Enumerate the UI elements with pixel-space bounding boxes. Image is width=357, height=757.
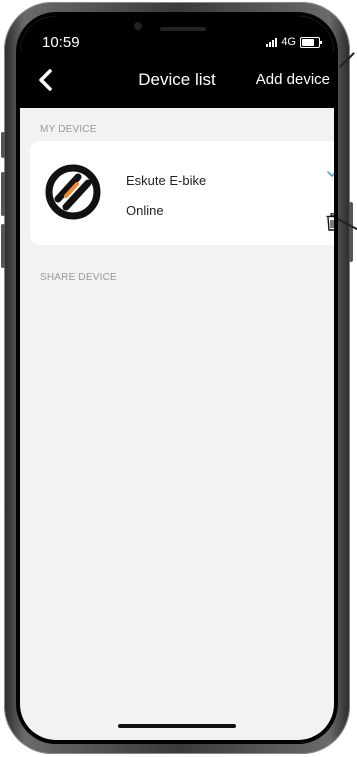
my-device-section-label: MY DEVICE xyxy=(40,124,97,135)
checkmark-icon[interactable] xyxy=(326,165,334,179)
speaker-grille xyxy=(160,27,206,31)
top-bar: 10:59 4G Device list Add device xyxy=(20,16,334,108)
device-status: Online xyxy=(126,203,164,218)
power-button xyxy=(349,202,353,262)
device-name: Eskute E-bike xyxy=(126,173,207,188)
volume-up-button xyxy=(1,172,5,216)
volume-down-button xyxy=(1,224,5,268)
network-type: 4G xyxy=(281,36,296,48)
signal-icon xyxy=(266,37,278,47)
home-indicator xyxy=(118,724,236,728)
bezel: 10:59 4G Device list Add device MY DEVIC… xyxy=(16,12,338,744)
status-indicators: 4G xyxy=(266,36,322,48)
device-card[interactable]: Eskute E-bike Online xyxy=(30,141,334,245)
screen: 10:59 4G Device list Add device MY DEVIC… xyxy=(20,16,334,740)
share-device-section-label: SHARE DEVICE xyxy=(40,272,117,283)
trash-icon[interactable] xyxy=(326,213,334,231)
battery-icon xyxy=(300,36,322,48)
eskute-logo xyxy=(45,164,101,220)
camera-icon xyxy=(134,22,142,30)
status-time: 10:59 xyxy=(42,34,80,51)
add-device-button[interactable]: Add device xyxy=(256,71,330,88)
phone-frame: 10:59 4G Device list Add device MY DEVIC… xyxy=(1,2,353,754)
side-button xyxy=(1,132,5,158)
notch xyxy=(120,16,238,42)
